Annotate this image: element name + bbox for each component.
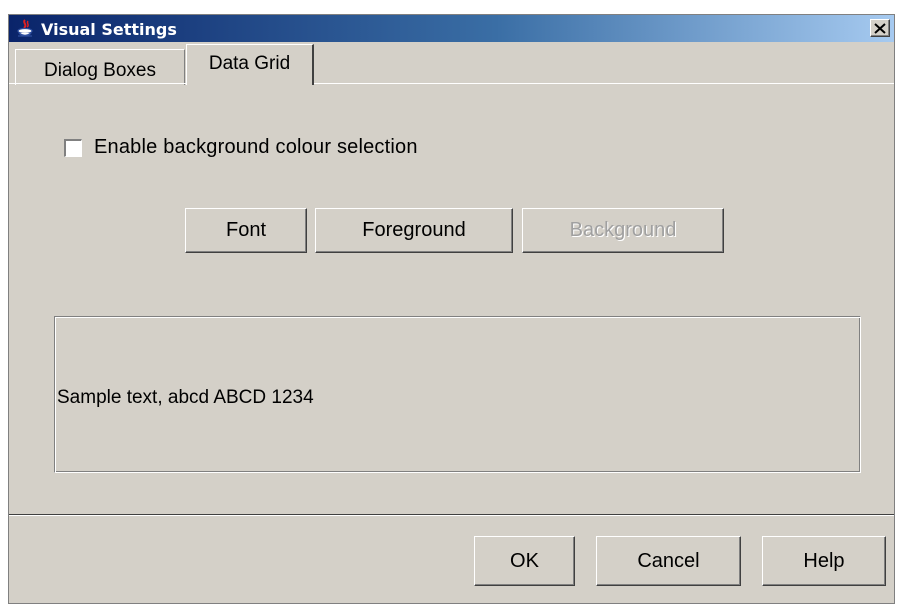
background-colour-checkbox-row[interactable]: Enable background colour selection: [64, 136, 418, 159]
visual-settings-dialog: Visual Settings Dialog Boxes Data Grid E…: [8, 14, 895, 604]
ok-button[interactable]: OK: [474, 536, 575, 586]
window-title: Visual Settings: [41, 20, 177, 39]
font-button[interactable]: Font: [185, 208, 307, 253]
sample-preview-box: Sample text, abcd ABCD 1234: [54, 316, 861, 473]
data-grid-panel: Enable background colour selection Font …: [9, 83, 894, 510]
close-button[interactable]: [870, 19, 890, 37]
help-button[interactable]: Help: [762, 536, 886, 586]
enable-background-checkbox[interactable]: [64, 138, 82, 157]
checkbox-label: Enable background colour selection: [94, 136, 418, 158]
title-bar[interactable]: Visual Settings: [9, 15, 894, 42]
background-button: Background: [522, 208, 724, 253]
tab-data-grid[interactable]: Data Grid: [186, 44, 314, 85]
sample-text: Sample text, abcd ABCD 1234: [57, 387, 314, 408]
close-icon: [874, 22, 886, 34]
tab-dialog-boxes[interactable]: Dialog Boxes: [15, 49, 185, 85]
java-cup-icon: [16, 19, 34, 38]
tab-strip: Dialog Boxes Data Grid: [9, 42, 894, 85]
footer-separator: [9, 514, 894, 516]
foreground-button[interactable]: Foreground: [315, 208, 513, 253]
cancel-button[interactable]: Cancel: [596, 536, 741, 586]
